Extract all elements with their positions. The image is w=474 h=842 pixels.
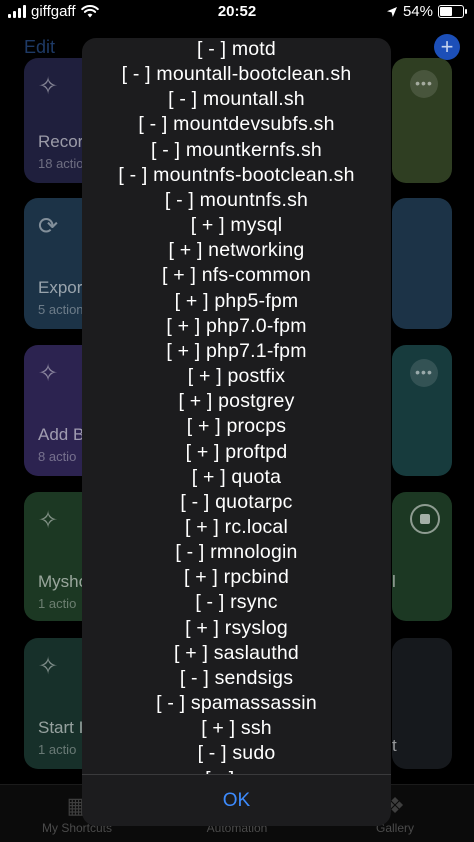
service-status-line: [ - ] rmnologin [175,541,298,564]
ok-button[interactable]: OK [82,775,391,826]
magic-wand-icon: ✧ [38,653,59,680]
location-arrow-icon [386,6,397,17]
service-status-line: [ + ] postfix [187,365,286,388]
service-status-line: [ - ] mountdevsubfs.sh [138,113,335,136]
service-status-line: [ - ] rsync [195,591,278,614]
shortcut-title: l [392,572,396,591]
service-status-line: [ + ] procps [186,415,287,438]
shortcut-tile[interactable]: l [392,492,452,621]
more-options-icon[interactable]: ••• [410,70,438,98]
service-status-line: [ + ] nfs-common [162,264,311,287]
shortcut-title: Expor [38,278,83,297]
shortcut-tile[interactable]: ••• [392,345,452,476]
service-status-line: [ - ] motd [197,38,276,60]
shortcut-tile[interactable]: t [392,638,452,769]
service-status-line: [ - ] mountkernfs.sh [151,138,322,161]
battery-percent: 54% [402,3,433,20]
shortcut-title: Recor [38,132,84,151]
shortcut-action-count: 1 actio [38,742,77,757]
service-status-line: [ - ] spamassassin [156,692,317,715]
status-bar: giffgaff 20:52 54% [0,0,474,24]
magic-wand-icon: ✧ [38,360,59,387]
shortcut-tile[interactable] [392,198,452,329]
alert-message-list[interactable]: [ - ] motd[ - ] mountall-bootclean.sh[ -… [82,38,391,774]
sync-arrows-icon: ⟳ [38,213,59,240]
service-status-line: [ + ] ssh [201,717,272,740]
service-status-line: [ + ] php7.0-fpm [166,314,307,337]
shortcut-action-count: 18 actio [38,156,84,171]
service-status-line: [ - ] mountall.sh [168,88,305,111]
shortcut-title: Start I [38,718,84,737]
shortcut-tile[interactable]: ••• [392,58,452,183]
battery-level-fill [440,7,452,16]
service-status-line: [ - ] mountnfs-bootclean.sh [118,163,355,186]
service-status-line: [ + ] postgrey [178,390,295,413]
service-status-line: [ + ] php5-fpm [174,289,299,312]
edit-button[interactable]: Edit [24,37,55,58]
service-status-line: [ - ] sendsigs [179,666,294,689]
shortcut-action-count: 8 actio [38,449,77,464]
shortcut-action-count: 5 action [38,302,84,317]
service-status-line: [ + ] networking [168,239,305,262]
service-status-line: [ + ] rsyslog [185,616,288,639]
more-options-icon[interactable]: ••• [410,359,438,387]
alert-dialog: [ - ] motd[ - ] mountall-bootclean.sh[ -… [82,38,391,826]
service-status-line: [ - ] mountnfs.sh [164,188,309,211]
service-status-line: [ + ] quota [191,465,282,488]
service-status-line: [ - ] sudo [197,742,276,765]
service-status-line: [ + ] rpcbind [183,566,290,589]
service-status-line: [ - ] mountall-bootclean.sh [121,63,352,86]
service-status-line: [ + ] rc.local [184,515,289,538]
stop-running-icon[interactable] [410,504,440,534]
add-shortcut-button[interactable]: + [434,34,460,60]
service-status-line: [ + ] mysql [190,214,283,237]
service-status-line: [ + ] php7.1-fpm [166,339,307,362]
battery-icon [438,5,467,18]
shortcut-title: t [392,736,397,755]
shortcut-title: Add B [38,425,85,444]
service-status-line: [ + ] saslauthd [174,641,299,664]
magic-wand-icon: ✧ [38,507,59,534]
magic-wand-icon: ✧ [38,73,59,100]
service-status-line: [ - ] quotarpc [180,490,293,513]
shortcut-action-count: 1 actio [38,596,77,611]
status-right-group: 54% [386,3,467,20]
shortcut-title: Mysho [38,572,89,591]
service-status-line: [ + ] proftpd [185,440,288,463]
service-status-line: [ - ] u... [82,767,391,774]
